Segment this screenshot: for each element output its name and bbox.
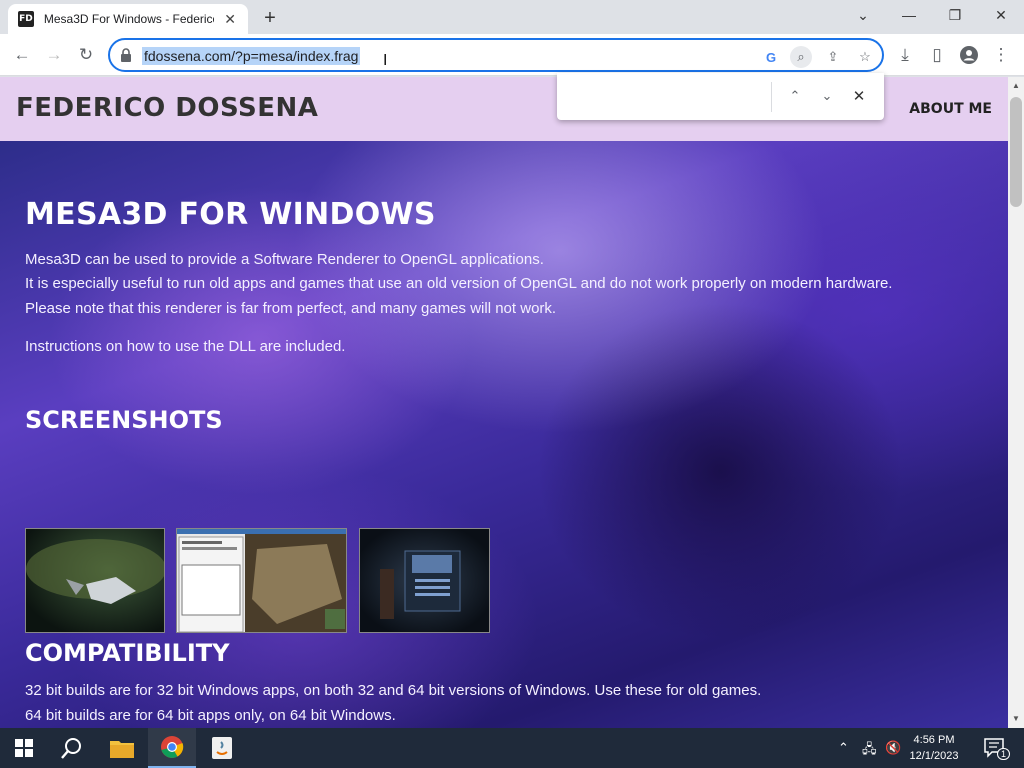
find-in-page-icon[interactable]: ⌕ xyxy=(790,46,812,68)
chrome-icon xyxy=(161,736,184,758)
menu-icon[interactable]: ⋮ xyxy=(988,42,1014,68)
site-logo-text[interactable]: FEDERICO DOSSENA xyxy=(16,93,318,123)
clock-date: 12/1/2023 xyxy=(909,750,959,762)
page-content: MESA3D FOR WINDOWS Mesa3D can be used to… xyxy=(0,141,1008,728)
find-bar: ⌃ ⌄ ✕ xyxy=(557,73,884,120)
download-icon[interactable]: ⤓ xyxy=(892,42,918,68)
find-previous-icon[interactable]: ⌃ xyxy=(784,85,806,107)
clock-time: 4:56 PM xyxy=(913,734,955,746)
windows-taskbar: ⌃ 🖧 🔇 4:56 PM 12/1/2023 1 xyxy=(0,728,1024,768)
start-button[interactable] xyxy=(0,728,48,768)
screenshots-heading: SCREENSHOTS xyxy=(25,406,223,434)
find-next-icon[interactable]: ⌄ xyxy=(816,85,838,107)
intro-line: Please note that this renderer is far fr… xyxy=(25,300,557,317)
scroll-down-icon[interactable]: ▼ xyxy=(1012,714,1020,723)
compatibility-heading: COMPATIBILITY xyxy=(25,639,230,667)
url-text[interactable]: fdossena.com/?p=mesa/index.frag xyxy=(142,47,361,65)
new-tab-button[interactable]: + xyxy=(258,6,282,30)
scroll-up-icon[interactable]: ▲ xyxy=(1012,81,1020,90)
forward-button[interactable]: → xyxy=(41,42,67,68)
scroll-thumb[interactable] xyxy=(1010,97,1022,207)
system-clock[interactable]: 4:56 PM 12/1/2023 xyxy=(902,732,966,764)
text-cursor-icon: I xyxy=(383,52,388,69)
screenshot-thumbnail[interactable] xyxy=(25,528,165,633)
find-divider xyxy=(771,82,772,112)
volume-muted-icon[interactable]: 🔇 xyxy=(885,740,901,756)
tab-close-icon[interactable]: ✕ xyxy=(222,11,238,27)
file-explorer-button[interactable] xyxy=(98,728,146,768)
search-button[interactable] xyxy=(48,728,96,768)
close-window-button[interactable]: ✕ xyxy=(978,0,1024,30)
page-viewport: FEDERICO DOSSENA ABOUT ME MESA3D FOR WIN… xyxy=(0,77,1008,728)
page-scrollbar[interactable]: ▲ ▼ xyxy=(1008,77,1024,728)
tab-title: Mesa3D For Windows - Federico xyxy=(43,12,215,26)
tray-chevron-icon[interactable]: ⌃ xyxy=(838,740,849,756)
screenshot-thumbnail[interactable] xyxy=(359,528,490,633)
find-close-icon[interactable]: ✕ xyxy=(848,85,870,107)
java-app-button[interactable] xyxy=(198,728,246,768)
site-favicon: FD xyxy=(18,11,34,27)
minimize-button[interactable]: — xyxy=(886,0,932,30)
back-button[interactable]: ← xyxy=(9,42,35,68)
find-input[interactable] xyxy=(567,83,767,109)
nav-about-me[interactable]: ABOUT ME xyxy=(909,101,992,117)
profile-icon[interactable] xyxy=(956,42,982,68)
reload-button[interactable]: ↻ xyxy=(73,42,99,68)
instructions-text: Instructions on how to use the DLL are i… xyxy=(25,338,346,355)
side-panel-icon[interactable]: ▯ xyxy=(924,42,950,68)
intro-line: Mesa3D can be used to provide a Software… xyxy=(25,251,544,268)
tab-search-icon[interactable]: ⌄ xyxy=(840,0,886,30)
notification-center-icon[interactable]: 1 xyxy=(984,738,1010,760)
compat-line: 32 bit builds are for 32 bit Windows app… xyxy=(25,682,762,699)
google-lens-icon[interactable]: G xyxy=(760,46,782,68)
windows-icon xyxy=(15,739,33,757)
folder-icon xyxy=(110,741,134,758)
restore-button[interactable]: ❐ xyxy=(932,0,978,30)
chrome-taskbar-button[interactable] xyxy=(148,728,196,768)
screenshot-thumbnail[interactable] xyxy=(176,528,347,633)
browser-toolbar: ← → ↻ fdossena.com/?p=mesa/index.frag G … xyxy=(0,34,1024,76)
share-icon[interactable]: ⇪ xyxy=(822,46,844,68)
bookmark-star-icon[interactable]: ☆ xyxy=(854,46,876,68)
compat-line: 64 bit builds are for 64 bit apps only, … xyxy=(25,707,396,724)
address-bar[interactable]: fdossena.com/?p=mesa/index.frag G ⌕ ⇪ ☆ xyxy=(108,38,884,72)
tab-mesa3d[interactable]: FD Mesa3D For Windows - Federico ✕ xyxy=(8,4,248,34)
lock-icon xyxy=(121,48,131,62)
notification-count-badge: 1 xyxy=(996,748,1010,760)
network-icon[interactable]: 🖧 xyxy=(862,740,877,762)
intro-line: It is especially useful to run old apps … xyxy=(25,275,893,292)
search-icon xyxy=(61,738,81,759)
page-title: MESA3D FOR WINDOWS xyxy=(25,197,436,232)
tab-strip: FD Mesa3D For Windows - Federico ✕ + ⌄ —… xyxy=(0,0,1024,34)
java-icon xyxy=(212,737,232,759)
